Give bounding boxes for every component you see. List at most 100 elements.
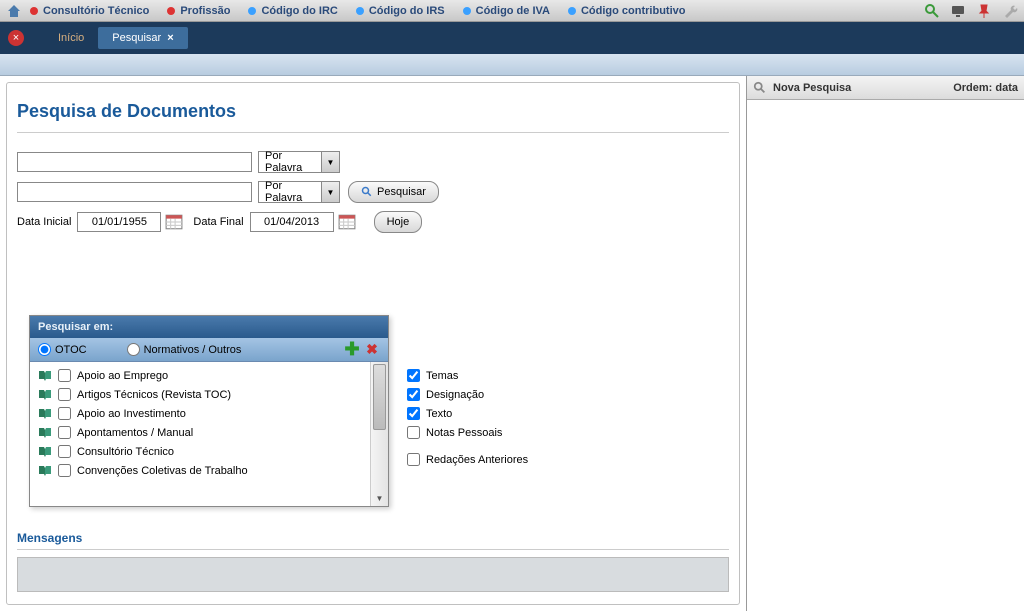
- checkbox[interactable]: [58, 464, 71, 477]
- dot-icon: [568, 7, 576, 15]
- search-mode-2-select[interactable]: Por Palavra ▼: [258, 181, 340, 203]
- tab-pesquisar[interactable]: Pesquisar ×: [98, 27, 187, 49]
- menu-label: Código do IRC: [261, 5, 337, 17]
- search-button[interactable]: Pesquisar: [348, 181, 439, 203]
- check-texto[interactable]: Texto: [407, 407, 528, 420]
- today-button[interactable]: Hoje: [374, 211, 423, 233]
- select-value: Por Palavra: [259, 150, 321, 174]
- date-start-input[interactable]: [77, 212, 161, 232]
- item-label: Apontamentos / Manual: [77, 427, 193, 439]
- item-label: Artigos Técnicos (Revista TOC): [77, 389, 231, 401]
- messages-area: [17, 557, 729, 592]
- checkbox[interactable]: [58, 369, 71, 382]
- category-list: Apoio ao Emprego Artigos Técnicos (Revis…: [30, 362, 370, 506]
- plus-icon[interactable]: ✚: [344, 342, 360, 358]
- checkbox[interactable]: [407, 453, 420, 466]
- pin-icon[interactable]: [976, 3, 992, 19]
- top-menu-bar: Consultório Técnico Profissão Código do …: [0, 0, 1024, 22]
- dot-icon: [463, 7, 471, 15]
- menu-profissao[interactable]: Profissão: [167, 5, 230, 17]
- menu-label: Profissão: [180, 5, 230, 17]
- radio-input[interactable]: [127, 343, 140, 356]
- panel-header: Pesquisar em:: [30, 316, 388, 338]
- list-item[interactable]: Artigos Técnicos (Revista TOC): [30, 385, 370, 404]
- header-strip: [0, 54, 1024, 76]
- checkbox[interactable]: [407, 388, 420, 401]
- button-label: Hoje: [387, 216, 410, 228]
- menu-label: Código contributivo: [581, 5, 685, 17]
- tab-label: Início: [58, 32, 84, 44]
- monitor-icon[interactable]: [950, 3, 966, 19]
- menu-codigo-irs[interactable]: Código do IRS: [356, 5, 445, 17]
- checkbox[interactable]: [58, 388, 71, 401]
- list-item[interactable]: Convenções Coletivas de Trabalho: [30, 461, 370, 480]
- search-mode-1-select[interactable]: Por Palavra ▼: [258, 151, 340, 173]
- messages-title: Mensagens: [17, 531, 82, 545]
- menu-consultorio-tecnico[interactable]: Consultório Técnico: [30, 5, 149, 17]
- check-label: Notas Pessoais: [426, 427, 502, 439]
- list-item[interactable]: Apoio ao Investimento: [30, 404, 370, 423]
- check-notas[interactable]: Notas Pessoais: [407, 426, 528, 439]
- check-redacoes[interactable]: Redações Anteriores: [407, 453, 528, 466]
- list-item[interactable]: Apoio ao Emprego: [30, 366, 370, 385]
- home-icon[interactable]: [6, 3, 22, 19]
- check-designacao[interactable]: Designação: [407, 388, 528, 401]
- check-label: Redações Anteriores: [426, 454, 528, 466]
- tab-inicio[interactable]: Início: [44, 27, 98, 49]
- search-term-1-input[interactable]: [17, 152, 252, 172]
- scrollbar-thumb[interactable]: [373, 364, 386, 430]
- calendar-icon[interactable]: [338, 213, 356, 231]
- book-icon: [38, 408, 52, 420]
- delete-icon[interactable]: ✖: [364, 342, 380, 358]
- item-label: Apoio ao Investimento: [77, 408, 186, 420]
- book-icon: [38, 370, 52, 382]
- check-label: Designação: [426, 389, 484, 401]
- check-temas[interactable]: Temas: [407, 369, 528, 382]
- search-icon: [753, 81, 767, 95]
- page-title: Pesquisa de Documentos: [7, 83, 739, 132]
- calendar-icon[interactable]: [165, 213, 183, 231]
- menu-codigo-irc[interactable]: Código do IRC: [248, 5, 337, 17]
- checkbox[interactable]: [58, 426, 71, 439]
- book-icon: [38, 389, 52, 401]
- date-end-input[interactable]: [250, 212, 334, 232]
- list-item[interactable]: Apontamentos / Manual: [30, 423, 370, 442]
- checkbox[interactable]: [407, 426, 420, 439]
- radio-otoc[interactable]: OTOC: [38, 343, 87, 356]
- search-icon[interactable]: [924, 3, 940, 19]
- radio-input[interactable]: [38, 343, 51, 356]
- checkbox[interactable]: [407, 407, 420, 420]
- menu-codigo-iva[interactable]: Código de IVA: [463, 5, 550, 17]
- menu-codigo-contributivo[interactable]: Código contributivo: [568, 5, 685, 17]
- scope-checkboxes: Temas Designação Texto Notas Pessoais Re…: [407, 369, 528, 472]
- chevron-down-icon[interactable]: ▼: [321, 152, 339, 172]
- checkbox[interactable]: [407, 369, 420, 382]
- close-all-icon[interactable]: ×: [8, 30, 24, 46]
- close-icon[interactable]: ×: [167, 32, 173, 44]
- check-label: Texto: [426, 408, 452, 420]
- item-label: Convenções Coletivas de Trabalho: [77, 465, 248, 477]
- menu-label: Código do IRS: [369, 5, 445, 17]
- chevron-down-icon[interactable]: ▼: [321, 182, 339, 202]
- radio-normativos[interactable]: Normativos / Outros: [127, 343, 242, 356]
- tab-bar: × Início Pesquisar ×: [0, 22, 1024, 54]
- radio-label: OTOC: [55, 344, 87, 356]
- dot-icon: [30, 7, 38, 15]
- checkbox[interactable]: [58, 445, 71, 458]
- item-label: Apoio ao Emprego: [77, 370, 168, 382]
- checkbox[interactable]: [58, 407, 71, 420]
- tab-label: Pesquisar: [112, 32, 161, 44]
- date-end-label: Data Final: [193, 216, 243, 228]
- list-item[interactable]: Consultório Técnico: [30, 442, 370, 461]
- chevron-down-icon[interactable]: ▼: [371, 490, 388, 506]
- main-panel: Pesquisa de Documentos Por Palavra ▼ Por…: [6, 82, 740, 605]
- search-term-2-input[interactable]: [17, 182, 252, 202]
- book-icon: [38, 427, 52, 439]
- search-in-panel: Pesquisar em: OTOC Normativos / Outros ✚…: [29, 315, 389, 507]
- side-order: Ordem: data: [953, 82, 1018, 94]
- select-value: Por Palavra: [259, 180, 321, 204]
- scrollbar[interactable]: ▼: [370, 362, 388, 506]
- check-label: Temas: [426, 370, 458, 382]
- wrench-icon[interactable]: [1002, 3, 1018, 19]
- radio-label: Normativos / Outros: [144, 344, 242, 356]
